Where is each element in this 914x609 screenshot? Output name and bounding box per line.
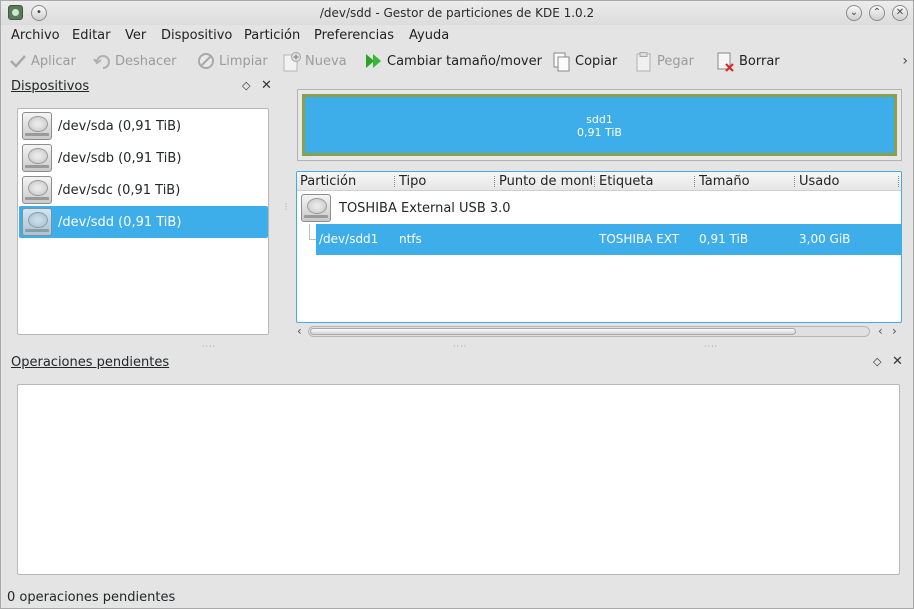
resize-move-button[interactable]: Cambiar tamaño/mover xyxy=(365,50,542,72)
devices-panel-close-icon[interactable]: ✕ xyxy=(261,78,272,93)
cell-etiqueta: TOSHIBA EXT xyxy=(599,232,680,246)
harddisk-icon xyxy=(22,176,52,204)
main-window: • /dev/sdd - Gestor de particiones de KD… xyxy=(0,0,914,609)
pending-operations-list[interactable] xyxy=(17,384,900,575)
column-header-etiqueta[interactable]: Etiqueta xyxy=(599,174,653,189)
pending-panel-close-icon[interactable]: ✕ xyxy=(892,354,903,369)
scrollbar-track[interactable] xyxy=(308,326,870,337)
paste-icon xyxy=(635,52,653,72)
paste-label: Pegar xyxy=(657,53,694,69)
undo-icon xyxy=(93,52,111,70)
clear-icon xyxy=(197,52,215,70)
scrollbar-thumb[interactable] xyxy=(310,328,796,335)
harddisk-icon xyxy=(22,144,52,172)
fast-forward-icon xyxy=(365,52,383,70)
title-bar: • /dev/sdd - Gestor de particiones de KD… xyxy=(1,1,913,25)
cell-tamano: 0,91 TiB xyxy=(699,232,749,246)
delete-button[interactable]: Borrar xyxy=(717,50,780,72)
menu-preferencias[interactable]: Preferencias xyxy=(314,28,394,43)
scroll-left-icon[interactable]: ‹ xyxy=(297,324,302,338)
devices-list[interactable]: /dev/sda (0,91 TiB) /dev/sdb (0,91 TiB) … xyxy=(17,108,269,335)
horizontal-splitter[interactable]: ···· xyxy=(202,342,216,351)
copy-icon xyxy=(553,52,571,72)
menu-ver[interactable]: Ver xyxy=(125,28,146,43)
copy-label: Copiar xyxy=(575,53,618,69)
horizontal-scrollbar[interactable]: ‹ ‹ › xyxy=(296,324,902,339)
horizontal-splitter[interactable]: ···· xyxy=(704,342,718,351)
device-item-sdb[interactable]: /dev/sdb (0,91 TiB) xyxy=(19,142,268,174)
toolbar-overflow-icon[interactable]: › xyxy=(902,53,908,69)
menu-archivo[interactable]: Archivo xyxy=(11,28,60,43)
undo-label: Deshacer xyxy=(115,53,177,69)
device-label: /dev/sdd (0,91 TiB) xyxy=(58,214,182,230)
clear-label: Limpiar xyxy=(219,53,268,69)
partition-table[interactable]: Partición Tipo Punto de mont Etiqueta Ta… xyxy=(296,171,902,323)
partition-block-size: 0,91 TiB xyxy=(577,126,622,139)
menu-dispositivo[interactable]: Dispositivo xyxy=(161,28,232,43)
menu-particion[interactable]: Partición xyxy=(244,28,300,43)
scroll-right-icon[interactable]: › xyxy=(892,324,897,338)
delete-icon xyxy=(717,52,735,72)
devices-panel-title: Dispositivos xyxy=(11,79,90,94)
partition-block-sdd1[interactable]: sdd1 0,91 TiB xyxy=(302,94,897,156)
device-item-sdd[interactable]: /dev/sdd (0,91 TiB) xyxy=(19,206,268,238)
device-label: /dev/sdc (0,91 TiB) xyxy=(58,182,181,198)
device-row[interactable]: TOSHIBA External USB 3.0 xyxy=(297,192,901,224)
delete-label: Borrar xyxy=(739,53,780,69)
status-bar-text: 0 operaciones pendientes xyxy=(7,590,176,605)
column-header-usado[interactable]: Usado xyxy=(799,174,839,189)
column-header-punto-montaje[interactable]: Punto de mont xyxy=(499,174,592,189)
scroll-left-icon[interactable]: ‹ xyxy=(878,324,883,338)
new-partition-label: Nueva xyxy=(305,53,347,69)
harddisk-icon xyxy=(22,208,52,236)
checkmark-icon xyxy=(9,52,27,70)
column-header-particion[interactable]: Partición xyxy=(300,174,356,189)
partition-graphic: sdd1 0,91 TiB xyxy=(297,89,902,161)
paste-button[interactable]: Pegar xyxy=(635,50,694,72)
harddisk-icon xyxy=(22,112,52,140)
copy-button[interactable]: Copiar xyxy=(553,50,617,72)
minimize-icon[interactable]: ⌄ xyxy=(846,5,862,21)
apply-label: Aplicar xyxy=(31,53,76,69)
column-header-tamano[interactable]: Tamaño xyxy=(699,174,750,189)
tree-branch-line xyxy=(309,224,316,240)
cell-usado: 3,00 GiB xyxy=(799,232,851,246)
column-header-tipo[interactable]: Tipo xyxy=(399,174,426,189)
apply-button[interactable]: Aplicar xyxy=(9,50,76,72)
menu-bar: Archivo Editar Ver Dispositivo Partición… xyxy=(1,25,913,47)
new-document-icon xyxy=(283,52,301,72)
horizontal-splitter[interactable]: ···· xyxy=(453,342,467,351)
new-partition-button[interactable]: Nueva xyxy=(283,50,347,72)
device-item-sdc[interactable]: /dev/sdc (0,91 TiB) xyxy=(19,174,268,206)
resize-move-label: Cambiar tamaño/mover xyxy=(387,53,542,69)
close-icon[interactable]: ✕ xyxy=(892,5,908,21)
device-item-sda[interactable]: /dev/sda (0,91 TiB) xyxy=(19,110,268,142)
cell-particion: /dev/sdd1 xyxy=(319,232,379,246)
toolbar: Aplicar Deshacer Limpiar Nueva Cambiar t… xyxy=(1,47,913,75)
pending-panel-title: Operaciones pendientes xyxy=(11,355,170,370)
partition-block-name: sdd1 xyxy=(586,113,613,126)
table-row[interactable]: /dev/sdd1 ntfs TOSHIBA EXT 0,91 TiB 3,00… xyxy=(316,224,901,255)
clear-button[interactable]: Limpiar xyxy=(197,50,268,72)
vertical-splitter[interactable]: ⋮ xyxy=(282,203,290,211)
undo-button[interactable]: Deshacer xyxy=(93,50,176,72)
window-title: /dev/sdd - Gestor de particiones de KDE … xyxy=(319,6,595,20)
harddisk-icon xyxy=(301,194,331,222)
table-header: Partición Tipo Punto de mont Etiqueta Ta… xyxy=(297,172,901,191)
maximize-icon[interactable]: ⌃ xyxy=(869,5,885,21)
menu-editar[interactable]: Editar xyxy=(72,28,111,43)
menu-ayuda[interactable]: Ayuda xyxy=(409,28,449,43)
devices-panel-float-icon[interactable]: ◇ xyxy=(242,79,250,92)
device-label: /dev/sdb (0,91 TiB) xyxy=(58,150,182,166)
device-label: /dev/sda (0,91 TiB) xyxy=(58,118,182,134)
pending-panel-float-icon[interactable]: ◇ xyxy=(873,355,881,368)
device-row-label: TOSHIBA External USB 3.0 xyxy=(339,200,511,216)
cell-tipo: ntfs xyxy=(399,232,422,246)
